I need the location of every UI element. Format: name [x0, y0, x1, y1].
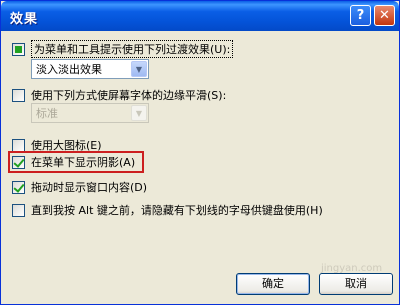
- transition-effects-option[interactable]: 为菜单和工具提示使用下列过渡效果(U):: [12, 40, 234, 58]
- transition-effect-value: 淡入淡出效果: [36, 63, 102, 76]
- window-title: 效果: [10, 12, 39, 27]
- hide-underline-option[interactable]: 直到我按 Alt 键之前，请隐藏有下划线的字母供键盘使用(H): [12, 202, 323, 218]
- hide-underline-label: 直到我按 Alt 键之前，请隐藏有下划线的字母供键盘使用(H): [31, 204, 323, 217]
- title-bar[interactable]: 效果 ? ✕: [1, 1, 399, 31]
- help-button[interactable]: ?: [350, 5, 371, 26]
- chevron-down-icon: ▼: [131, 105, 147, 121]
- drag-contents-checkbox[interactable]: [12, 180, 25, 194]
- menu-shadow-option[interactable]: 在菜单下显示阴影(A): [12, 154, 135, 170]
- font-smoothing-value: 标准: [36, 107, 58, 120]
- chevron-down-icon[interactable]: ▼: [131, 61, 147, 77]
- transition-effects-label: 为菜单和工具提示使用下列过渡效果(U):: [31, 40, 234, 58]
- drag-contents-option[interactable]: 拖动时显示窗口内容(D): [12, 179, 147, 195]
- transition-effect-select[interactable]: 淡入淡出效果 ▼: [31, 59, 149, 79]
- font-smoothing-option[interactable]: 使用下列方式使屏幕字体的边缘平滑(S):: [12, 87, 226, 103]
- large-icons-checkbox[interactable]: [12, 138, 25, 152]
- effects-dialog: 效果 ? ✕ 为菜单和工具提示使用下列过渡效果(U): 淡入淡出效果 ▼ 使用下…: [0, 0, 400, 305]
- transition-effects-checkbox[interactable]: [12, 42, 25, 56]
- close-button[interactable]: ✕: [374, 5, 395, 26]
- menu-shadow-label: 在菜单下显示阴影(A): [31, 156, 136, 169]
- drag-contents-label: 拖动时显示窗口内容(D): [31, 181, 148, 194]
- cancel-button[interactable]: 取消: [319, 273, 393, 295]
- menu-shadow-checkbox[interactable]: [12, 155, 25, 169]
- hide-underline-checkbox[interactable]: [12, 203, 25, 217]
- ok-button[interactable]: 确定: [236, 273, 310, 295]
- font-smoothing-label: 使用下列方式使屏幕字体的边缘平滑(S):: [31, 89, 227, 102]
- font-smoothing-select: 标准 ▼: [31, 103, 149, 123]
- font-smoothing-checkbox[interactable]: [12, 88, 25, 102]
